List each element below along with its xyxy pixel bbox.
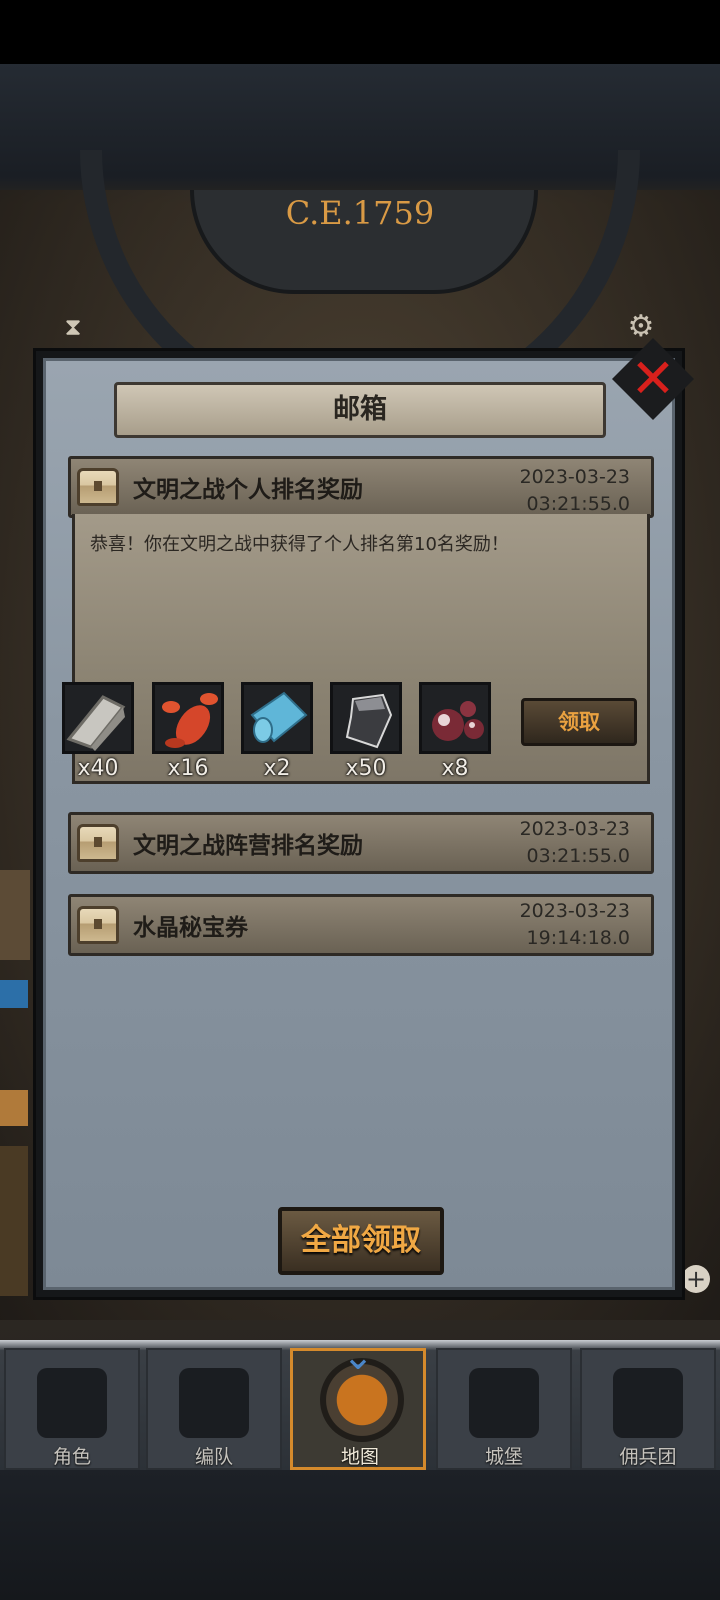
mail-time: 19:14:18.0 bbox=[526, 927, 630, 949]
chest-icon bbox=[77, 468, 119, 506]
claim-button[interactable]: 领取 bbox=[521, 698, 637, 746]
nav-label: 佣兵团 bbox=[619, 1446, 677, 1468]
reward-qty: x50 bbox=[345, 756, 387, 781]
mail-title: 文明之战个人排名奖励 bbox=[133, 477, 363, 503]
chest-icon bbox=[77, 906, 119, 944]
mail-message: 恭喜！你在文明之战中获得了个人排名第10名奖励！ bbox=[90, 534, 509, 555]
mail-time: 03:21:55.0 bbox=[526, 845, 630, 867]
mailbox-title: 邮箱 bbox=[333, 394, 387, 425]
reward-qty: x16 bbox=[167, 756, 209, 781]
side-event-icon[interactable] bbox=[0, 870, 30, 960]
mail-time: 03:21:55.0 bbox=[526, 493, 630, 515]
nav-label: 地图 bbox=[340, 1446, 379, 1468]
status-bar-area bbox=[0, 0, 720, 64]
pearls-icon bbox=[432, 701, 484, 741]
reward-qty: x2 bbox=[263, 756, 291, 781]
plus-icon[interactable]: + bbox=[682, 1265, 710, 1293]
lobster-icon bbox=[162, 693, 218, 748]
silver-ingot-icon bbox=[66, 695, 126, 751]
hourglass-icon[interactable]: ⧗ bbox=[60, 314, 86, 340]
mail-date: 2023-03-23 bbox=[519, 900, 630, 922]
side-quest-icon[interactable] bbox=[0, 1146, 28, 1296]
reward-slot[interactable] bbox=[241, 682, 313, 754]
reward-slot[interactable] bbox=[152, 682, 224, 754]
mail-date: 2023-03-23 bbox=[519, 466, 630, 488]
reward-slot[interactable] bbox=[62, 682, 134, 754]
close-icon[interactable]: ✕ bbox=[624, 350, 682, 408]
castle-icon bbox=[469, 1368, 539, 1438]
mercenary-icon bbox=[613, 1368, 683, 1438]
knight-icon bbox=[37, 1368, 107, 1438]
chevron-down-icon: ⌄ bbox=[342, 1334, 374, 1378]
chest-icon bbox=[77, 824, 119, 862]
iron-ore-icon bbox=[345, 693, 393, 749]
nav-label: 城堡 bbox=[484, 1446, 523, 1468]
nav-label: 角色 bbox=[52, 1446, 91, 1468]
reward-qty: x40 bbox=[77, 756, 119, 781]
nav-label: 编队 bbox=[194, 1446, 233, 1468]
era-label: C.E.1759 bbox=[285, 194, 435, 232]
side-battle-icon[interactable] bbox=[0, 980, 28, 1008]
cloth-roll-icon bbox=[250, 691, 308, 743]
mail-title: 水晶秘宝券 bbox=[133, 915, 248, 941]
reward-slot[interactable] bbox=[419, 682, 491, 754]
claim-all-button[interactable]: 全部领取 bbox=[278, 1207, 444, 1275]
mail-date: 2023-03-23 bbox=[519, 818, 630, 840]
bottom-bezel bbox=[0, 1470, 720, 1600]
side-target-icon[interactable] bbox=[0, 1090, 28, 1126]
helmet-icon bbox=[179, 1368, 249, 1438]
mail-title: 文明之战阵营排名奖励 bbox=[133, 833, 363, 859]
reward-qty: x8 bbox=[441, 756, 469, 781]
reward-slot[interactable] bbox=[330, 682, 402, 754]
